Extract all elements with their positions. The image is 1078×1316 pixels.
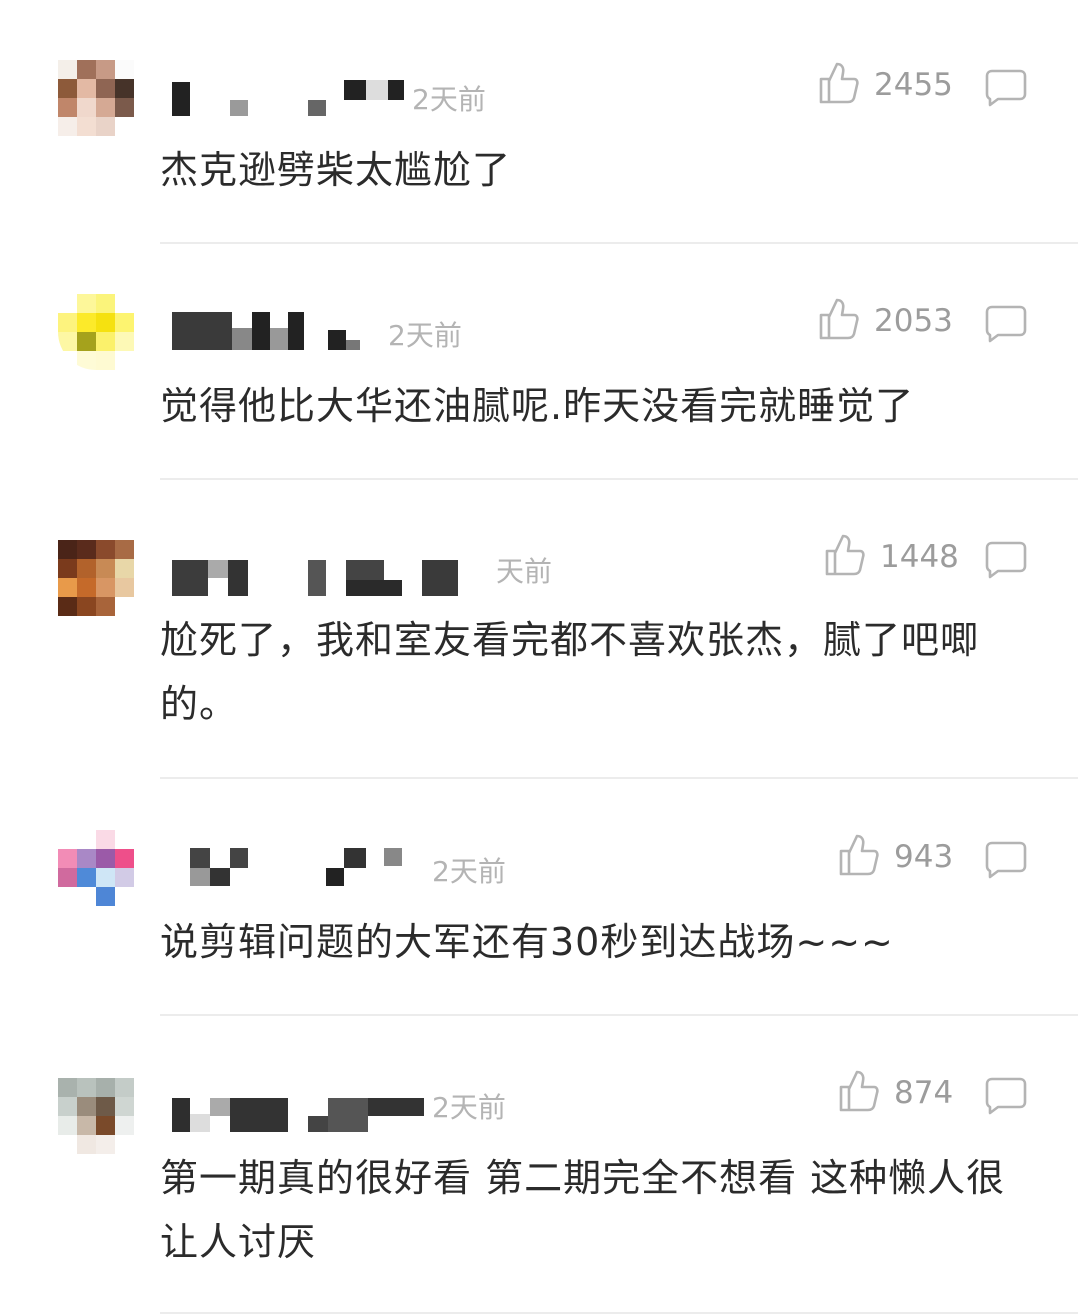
thumbs-up-icon [838, 1068, 880, 1118]
divider [160, 242, 1078, 244]
divider [160, 777, 1078, 779]
comment-text: 第一期真的很好看 第二期完全不想看 这种懒人很让人讨厌 [160, 1156, 1006, 1264]
username-redacted[interactable] [172, 310, 382, 350]
speech-bubble-icon [984, 841, 1028, 884]
avatar[interactable] [58, 830, 134, 906]
comment-text: 尬死了，我和室友看完都不喜欢张杰，腻了吧唧的。 [160, 618, 980, 726]
reply-button[interactable] [984, 304, 1028, 344]
like-count: 2455 [874, 67, 953, 103]
thumbs-up-icon [824, 532, 866, 582]
speech-bubble-icon [984, 1077, 1028, 1120]
thumbs-up-icon [818, 296, 860, 346]
comment-time: 2天前 [412, 83, 486, 116]
like-count: 943 [894, 839, 954, 875]
speech-bubble-icon [984, 305, 1028, 348]
comment-time: 2天前 [432, 855, 506, 888]
avatar[interactable] [58, 60, 134, 136]
avatar[interactable] [58, 294, 134, 370]
speech-bubble-icon [984, 541, 1028, 584]
username-redacted[interactable] [172, 1094, 432, 1134]
reply-button[interactable] [984, 540, 1028, 580]
avatar[interactable] [58, 540, 134, 616]
speech-bubble-icon [984, 69, 1028, 112]
thumbs-up-icon [818, 60, 860, 110]
comment-text: 说剪辑问题的大军还有30秒到达战场~~~ [160, 920, 894, 964]
comment-time: 2天前 [388, 319, 462, 352]
divider [160, 1312, 1078, 1314]
reply-button[interactable] [984, 1076, 1028, 1116]
divider [160, 478, 1078, 480]
username-redacted[interactable] [172, 556, 462, 596]
like-button[interactable]: 2455 [818, 62, 953, 108]
like-button[interactable]: 2053 [818, 298, 953, 344]
comment-time: 2天前 [432, 1091, 506, 1124]
comment-text: 觉得他比大华还油腻呢.昨天没看完就睡觉了 [160, 384, 915, 428]
divider [160, 1014, 1078, 1016]
avatar[interactable] [58, 1078, 134, 1154]
comment-text: 杰克逊劈柴太尴尬了 [160, 148, 512, 192]
like-count: 874 [894, 1075, 954, 1111]
username-redacted[interactable] [172, 848, 412, 888]
like-button[interactable]: 874 [838, 1070, 953, 1116]
comment-time: 天前 [496, 555, 553, 588]
reply-button[interactable] [984, 840, 1028, 880]
thumbs-up-icon [838, 832, 880, 882]
username-redacted[interactable] [172, 78, 412, 118]
like-count: 2053 [874, 303, 953, 339]
reply-button[interactable] [984, 68, 1028, 108]
like-button[interactable]: 1448 [824, 534, 959, 580]
like-count: 1448 [880, 539, 959, 575]
like-button[interactable]: 943 [838, 834, 953, 880]
